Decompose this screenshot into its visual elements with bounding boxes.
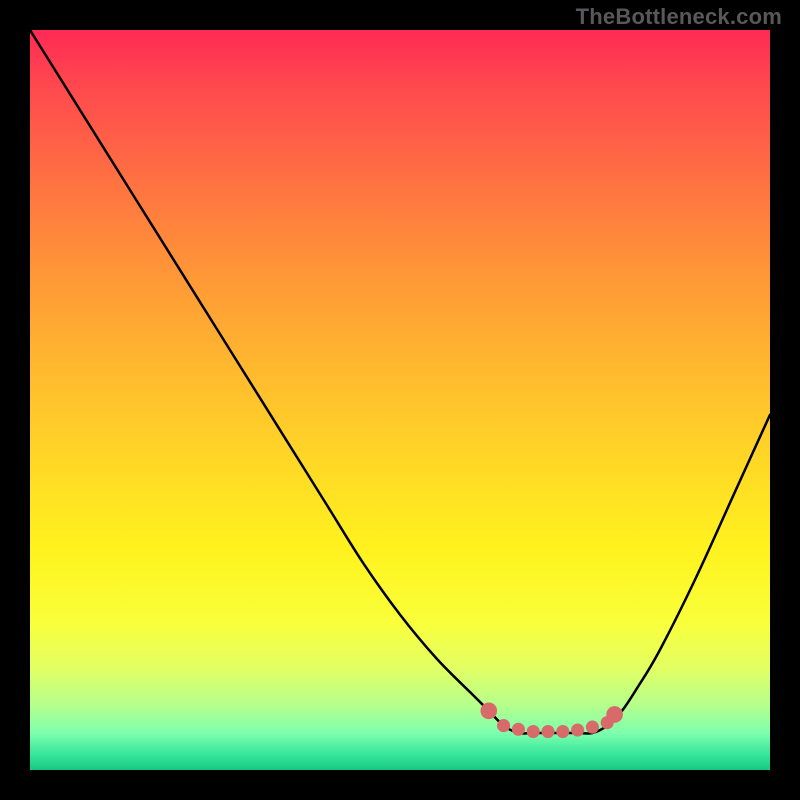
value-curve	[30, 30, 770, 734]
optimum-marker	[527, 725, 540, 738]
optimum-marker	[556, 725, 569, 738]
watermark-text: TheBottleneck.com	[576, 4, 782, 30]
optimum-marker	[541, 725, 554, 738]
optimum-markers	[480, 702, 622, 738]
optimum-marker	[571, 723, 584, 736]
optimum-marker	[586, 721, 599, 734]
curve-layer	[30, 30, 770, 770]
optimum-marker	[606, 706, 623, 723]
optimum-marker	[512, 723, 525, 736]
optimum-marker	[480, 702, 497, 719]
optimum-marker	[497, 719, 510, 732]
chart-container: TheBottleneck.com	[0, 0, 800, 800]
